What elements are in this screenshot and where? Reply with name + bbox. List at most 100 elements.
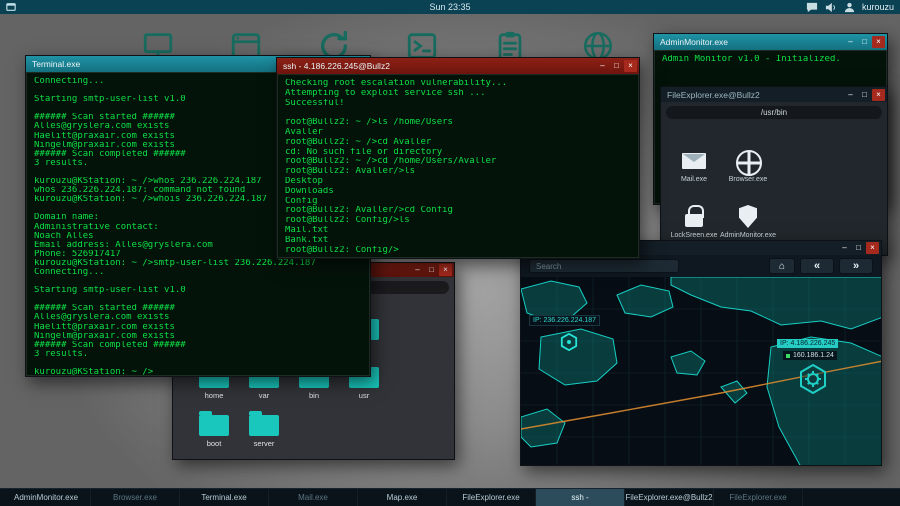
file-item[interactable]: LockSreen.exe bbox=[667, 183, 721, 239]
maximize-button[interactable]: □ bbox=[425, 264, 438, 276]
taskbar-item-label: Terminal.exe bbox=[201, 493, 246, 502]
taskbar-item[interactable]: Map.exe bbox=[358, 489, 447, 506]
clock: Sun 23:35 bbox=[0, 2, 900, 12]
ip-marker-label[interactable]: IP: 236.226.224.187 bbox=[529, 315, 600, 326]
file-explorer-bin-body: /usr/bin Mail.exe Browser.exe bbox=[661, 102, 887, 255]
minimize-button[interactable]: – bbox=[838, 242, 851, 254]
file-explorer-bin-titlebar[interactable]: FileExplorer.exe@Bullz2 – □ × bbox=[661, 87, 887, 102]
taskbar-item-label: AdminMonitor.exe bbox=[14, 493, 78, 502]
terminal-line: 3 results. bbox=[34, 350, 362, 359]
ip-marker-sublabel[interactable]: 160.186.1.24 bbox=[783, 351, 837, 360]
speaker-icon[interactable] bbox=[825, 2, 837, 13]
terminal-line: Downloads bbox=[285, 187, 631, 197]
taskbar: AdminMonitor.exe Browser.exe Terminal.ex… bbox=[0, 488, 900, 506]
taskbar-item[interactable]: ssh - bbox=[536, 489, 625, 506]
terminal-line: Ningelm@praxair.com exists bbox=[34, 332, 362, 341]
ssh-titlebar[interactable]: ssh - 4.186.226.245@Bullz2 – □ × bbox=[277, 58, 639, 74]
file-label: Browser.exe bbox=[729, 176, 768, 183]
window-title: ssh - 4.186.226.245@Bullz2 bbox=[283, 61, 595, 71]
taskbar-item-label: FileExplorer.exe bbox=[729, 493, 786, 502]
maximize-button[interactable]: □ bbox=[852, 242, 865, 254]
terminal-line: Alles@gryslera.com exists bbox=[34, 313, 362, 322]
taskbar-item[interactable]: FileExplorer.exe@Bullz2 bbox=[625, 489, 714, 506]
username[interactable]: kurouzu bbox=[862, 2, 894, 12]
file-explorer-bin-window: FileExplorer.exe@Bullz2 – □ × /usr/bin M… bbox=[660, 86, 888, 256]
terminal-line bbox=[34, 359, 362, 368]
home-button[interactable]: ⌂ bbox=[769, 258, 795, 274]
sub-ip-text: 160.186.1.24 bbox=[793, 352, 834, 359]
terminal-line: ###### Scan started ###### bbox=[34, 304, 362, 313]
map-window: Map.exe – □ × ⌂ « » bbox=[520, 240, 882, 466]
chat-icon[interactable] bbox=[806, 2, 818, 13]
terminal-line: Successful! bbox=[285, 99, 631, 109]
user-icon[interactable] bbox=[844, 2, 855, 13]
maximize-button[interactable]: □ bbox=[610, 60, 623, 72]
search-input[interactable] bbox=[529, 259, 679, 273]
taskbar-item-label: ssh - bbox=[571, 493, 588, 502]
terminal-line: root@Bullz2: Config/> bbox=[285, 246, 631, 256]
file-item[interactable]: AdminMonitor.exe bbox=[721, 183, 775, 239]
terminal-line: kurouzu@KStation: ~ />smtp-user-list 236… bbox=[34, 259, 362, 268]
file-icon bbox=[735, 149, 761, 173]
back-button[interactable]: « bbox=[800, 258, 834, 274]
terminal-line: Checking root escalation vulnerability..… bbox=[285, 79, 631, 89]
minimize-button[interactable]: – bbox=[844, 89, 857, 101]
ssh-output[interactable]: Checking root escalation vulnerability..… bbox=[277, 74, 639, 258]
taskbar-item-label: FileExplorer.exe@Bullz2 bbox=[625, 493, 712, 502]
ssh-window: ssh - 4.186.226.245@Bullz2 – □ × Checkin… bbox=[276, 57, 640, 259]
folder-item[interactable]: boot bbox=[189, 402, 239, 450]
minimize-button[interactable]: – bbox=[411, 264, 424, 276]
map-canvas[interactable]: IP: 236.226.224.187 IP: 4.186.226.245 16… bbox=[521, 277, 881, 465]
terminal-line: kurouzu@KStation: ~ /> bbox=[34, 368, 362, 376]
taskbar-item[interactable]: Browser.exe bbox=[91, 489, 180, 506]
taskbar-item-label: FileExplorer.exe bbox=[462, 493, 519, 502]
close-button[interactable]: × bbox=[624, 60, 637, 72]
close-button[interactable]: × bbox=[872, 89, 885, 101]
minimize-button[interactable]: – bbox=[596, 60, 609, 72]
folder-label: var bbox=[259, 391, 269, 400]
file-label: AdminMonitor.exe bbox=[720, 232, 776, 239]
close-button[interactable]: × bbox=[872, 36, 885, 48]
maximize-button[interactable]: □ bbox=[858, 36, 871, 48]
file-item[interactable]: Mail.exe bbox=[667, 127, 721, 183]
minimize-button[interactable]: – bbox=[844, 36, 857, 48]
terminal-line bbox=[34, 277, 362, 286]
taskbar-item[interactable]: Terminal.exe bbox=[180, 489, 269, 506]
window-title: FileExplorer.exe@Bullz2 bbox=[667, 90, 843, 100]
desktop: Sun 23:35 kurouzu AdminMonitor.exe – □ bbox=[0, 0, 900, 506]
terminal-line: root@Bullz2: Avaller/>cd Config bbox=[285, 206, 631, 216]
terminal-line: Desktop bbox=[285, 177, 631, 187]
hexagon-marker-icon[interactable] bbox=[560, 333, 578, 356]
file-item[interactable]: Browser.exe bbox=[721, 127, 775, 183]
file-icon bbox=[681, 205, 707, 229]
admin-monitor-titlebar[interactable]: AdminMonitor.exe – □ × bbox=[654, 34, 887, 50]
terminal-line: ###### Scan completed ###### bbox=[34, 341, 362, 350]
terminal-line: Connecting... bbox=[34, 268, 362, 277]
file-grid: Mail.exe Browser.exe LockSreen.exe bbox=[661, 119, 887, 239]
folder-label: bin bbox=[309, 391, 319, 400]
close-button[interactable]: × bbox=[866, 242, 879, 254]
file-icon bbox=[735, 205, 761, 229]
file-icon bbox=[681, 149, 707, 173]
terminal-line: Admin Monitor v1.0 - Initialized. bbox=[662, 55, 879, 64]
close-button[interactable]: × bbox=[439, 264, 452, 276]
folder-item[interactable]: server bbox=[239, 402, 289, 450]
terminal-line: Mail.txt bbox=[285, 226, 631, 236]
taskbar-item[interactable]: AdminMonitor.exe bbox=[2, 489, 91, 506]
folder-label: usr bbox=[359, 391, 369, 400]
file-label: LockSreen.exe bbox=[671, 232, 718, 239]
ip-marker-label[interactable]: IP: 4.186.226.245 bbox=[777, 339, 838, 348]
window-title: AdminMonitor.exe bbox=[660, 37, 843, 47]
taskbar-item[interactable]: FileExplorer.exe bbox=[714, 489, 803, 506]
file-label: Mail.exe bbox=[681, 176, 707, 183]
taskbar-item-label: Browser.exe bbox=[113, 493, 157, 502]
forward-button[interactable]: » bbox=[839, 258, 873, 274]
map-settings-gear-icon[interactable] bbox=[797, 363, 829, 400]
taskbar-item[interactable]: Mail.exe bbox=[269, 489, 358, 506]
terminal-line: root@Bullz2: ~ />cd Avaller bbox=[285, 138, 631, 148]
folder-label: home bbox=[205, 391, 224, 400]
taskbar-item-label: Mail.exe bbox=[298, 493, 328, 502]
terminal-line: Config bbox=[285, 197, 631, 207]
taskbar-item[interactable]: FileExplorer.exe bbox=[447, 489, 536, 506]
maximize-button[interactable]: □ bbox=[858, 89, 871, 101]
